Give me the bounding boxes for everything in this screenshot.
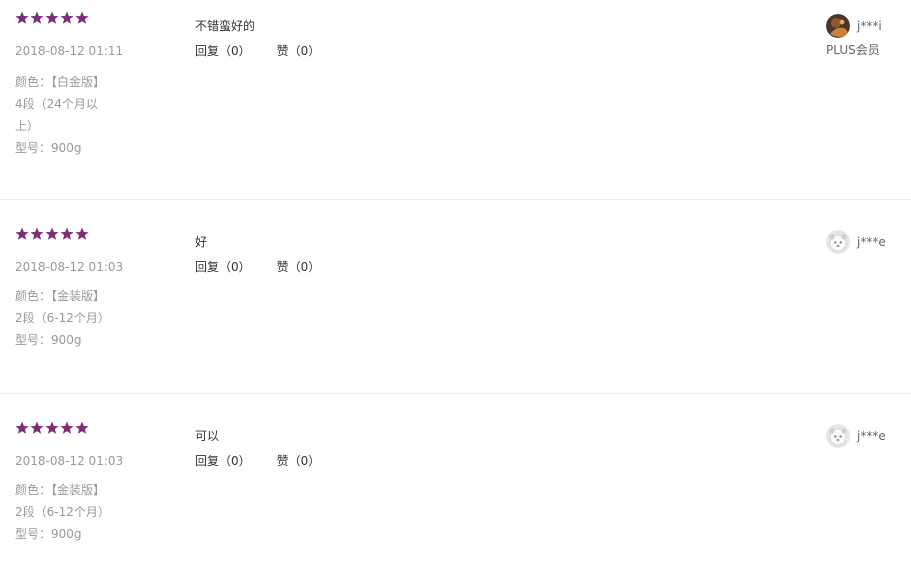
- star-icon: [60, 11, 74, 25]
- star-icon: [30, 421, 44, 435]
- star-icon: [60, 227, 74, 241]
- review-item: 2018-08-12 01:03 颜色：【金装版】 2段（6-12个月） 型号：…: [0, 200, 911, 394]
- default-avatar-icon[interactable]: [826, 230, 850, 254]
- default-avatar-icon[interactable]: [826, 424, 850, 448]
- review-date: 2018-08-12 01:11: [15, 44, 124, 58]
- attr-model: 型号：900g: [15, 527, 82, 541]
- reviewer-name: j***e: [857, 235, 886, 249]
- reviewer-level: PLUS会员: [826, 43, 880, 57]
- star-icon: [60, 421, 74, 435]
- attr-color: 颜色：【白金版】: [15, 75, 106, 89]
- like-button[interactable]: 赞（0）: [277, 42, 321, 60]
- review-content: 不错蛮好的: [195, 19, 256, 33]
- product-attributes: 颜色：【金装版】 2段（6-12个月） 型号：900g: [15, 479, 110, 545]
- reviewer-info: j***e: [826, 230, 906, 254]
- rating-stars: [15, 11, 89, 29]
- star-icon: [75, 227, 89, 241]
- star-icon: [15, 421, 29, 435]
- attr-model: 型号：900g: [15, 333, 82, 347]
- review-content: 可以: [195, 429, 220, 443]
- review-actions: 回复（0） 赞（0）: [195, 258, 320, 276]
- product-attributes: 颜色：【白金版】 4段（24个月以 上） 型号：900g: [15, 71, 110, 159]
- review-item: 2018-08-12 01:03 颜色：【金装版】 2段（6-12个月） 型号：…: [0, 394, 911, 588]
- rating-stars: [15, 421, 89, 439]
- reviewer-info: j***e: [826, 424, 906, 448]
- attr-stage-cont: 上）: [15, 119, 40, 133]
- attr-color: 颜色：【金装版】: [15, 483, 106, 497]
- review-actions: 回复（0） 赞（0）: [195, 42, 320, 60]
- star-icon: [45, 421, 59, 435]
- reviewer-name: j***i: [857, 19, 882, 33]
- star-icon: [45, 227, 59, 241]
- star-icon: [75, 11, 89, 25]
- like-button[interactable]: 赞（0）: [277, 452, 321, 470]
- review-content: 好: [195, 235, 208, 249]
- attr-model: 型号：900g: [15, 141, 82, 155]
- attr-stage: 4段（24个月以: [15, 97, 98, 111]
- reviewer-info: j***i PLUS会员: [826, 14, 906, 58]
- review-date: 2018-08-12 01:03: [15, 454, 124, 468]
- like-button[interactable]: 赞（0）: [277, 258, 321, 276]
- reply-button[interactable]: 回复（0）: [195, 42, 251, 60]
- review-actions: 回复（0） 赞（0）: [195, 452, 320, 470]
- attr-stage: 2段（6-12个月）: [15, 505, 110, 519]
- star-icon: [75, 421, 89, 435]
- reviewer-name: j***e: [857, 429, 886, 443]
- product-attributes: 颜色：【金装版】 2段（6-12个月） 型号：900g: [15, 285, 110, 351]
- star-icon: [30, 11, 44, 25]
- star-icon: [30, 227, 44, 241]
- star-icon: [45, 11, 59, 25]
- review-date: 2018-08-12 01:03: [15, 260, 124, 274]
- reply-button[interactable]: 回复（0）: [195, 452, 251, 470]
- rating-stars: [15, 227, 89, 245]
- star-icon: [15, 227, 29, 241]
- star-icon: [15, 11, 29, 25]
- attr-color: 颜色：【金装版】: [15, 289, 106, 303]
- review-item: 2018-08-12 01:11 颜色：【白金版】 4段（24个月以 上） 型号…: [0, 0, 911, 194]
- photo-avatar-icon[interactable]: [826, 14, 850, 38]
- attr-stage: 2段（6-12个月）: [15, 311, 110, 325]
- reply-button[interactable]: 回复（0）: [195, 258, 251, 276]
